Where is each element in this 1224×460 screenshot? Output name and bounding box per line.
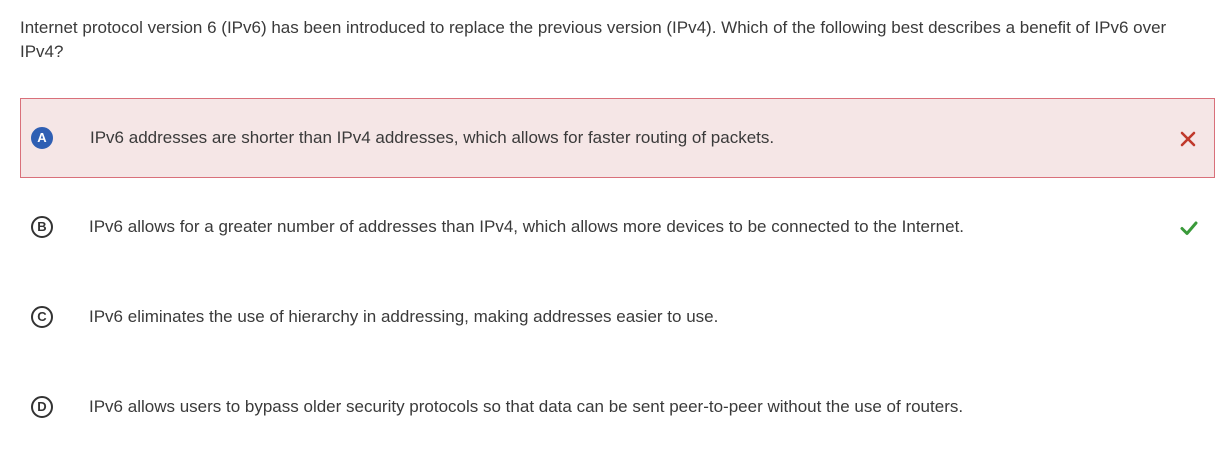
option-letter-d: D [31,396,53,418]
option-b[interactable]: B IPv6 allows for a greater number of ad… [20,188,1215,268]
option-d[interactable]: D IPv6 allows users to bypass older secu… [20,368,1215,448]
option-letter-a: A [31,127,53,149]
answer-options: A IPv6 addresses are shorter than IPv4 a… [20,98,1215,458]
option-letter-b: B [31,216,53,238]
option-a[interactable]: A IPv6 addresses are shorter than IPv4 a… [20,98,1215,178]
option-text-d: IPv6 allows users to bypass older securi… [89,397,964,416]
option-text-a: IPv6 addresses are shorter than IPv4 add… [90,128,775,147]
question-text: Internet protocol version 6 (IPv6) has b… [20,18,1167,61]
x-icon [1180,131,1196,147]
option-c[interactable]: C IPv6 eliminates the use of hierarchy i… [20,278,1215,358]
option-text-c: IPv6 eliminates the use of hierarchy in … [89,307,719,326]
option-text-b: IPv6 allows for a greater number of addr… [89,217,965,236]
check-icon [1180,221,1198,235]
option-letter-c: C [31,306,53,328]
